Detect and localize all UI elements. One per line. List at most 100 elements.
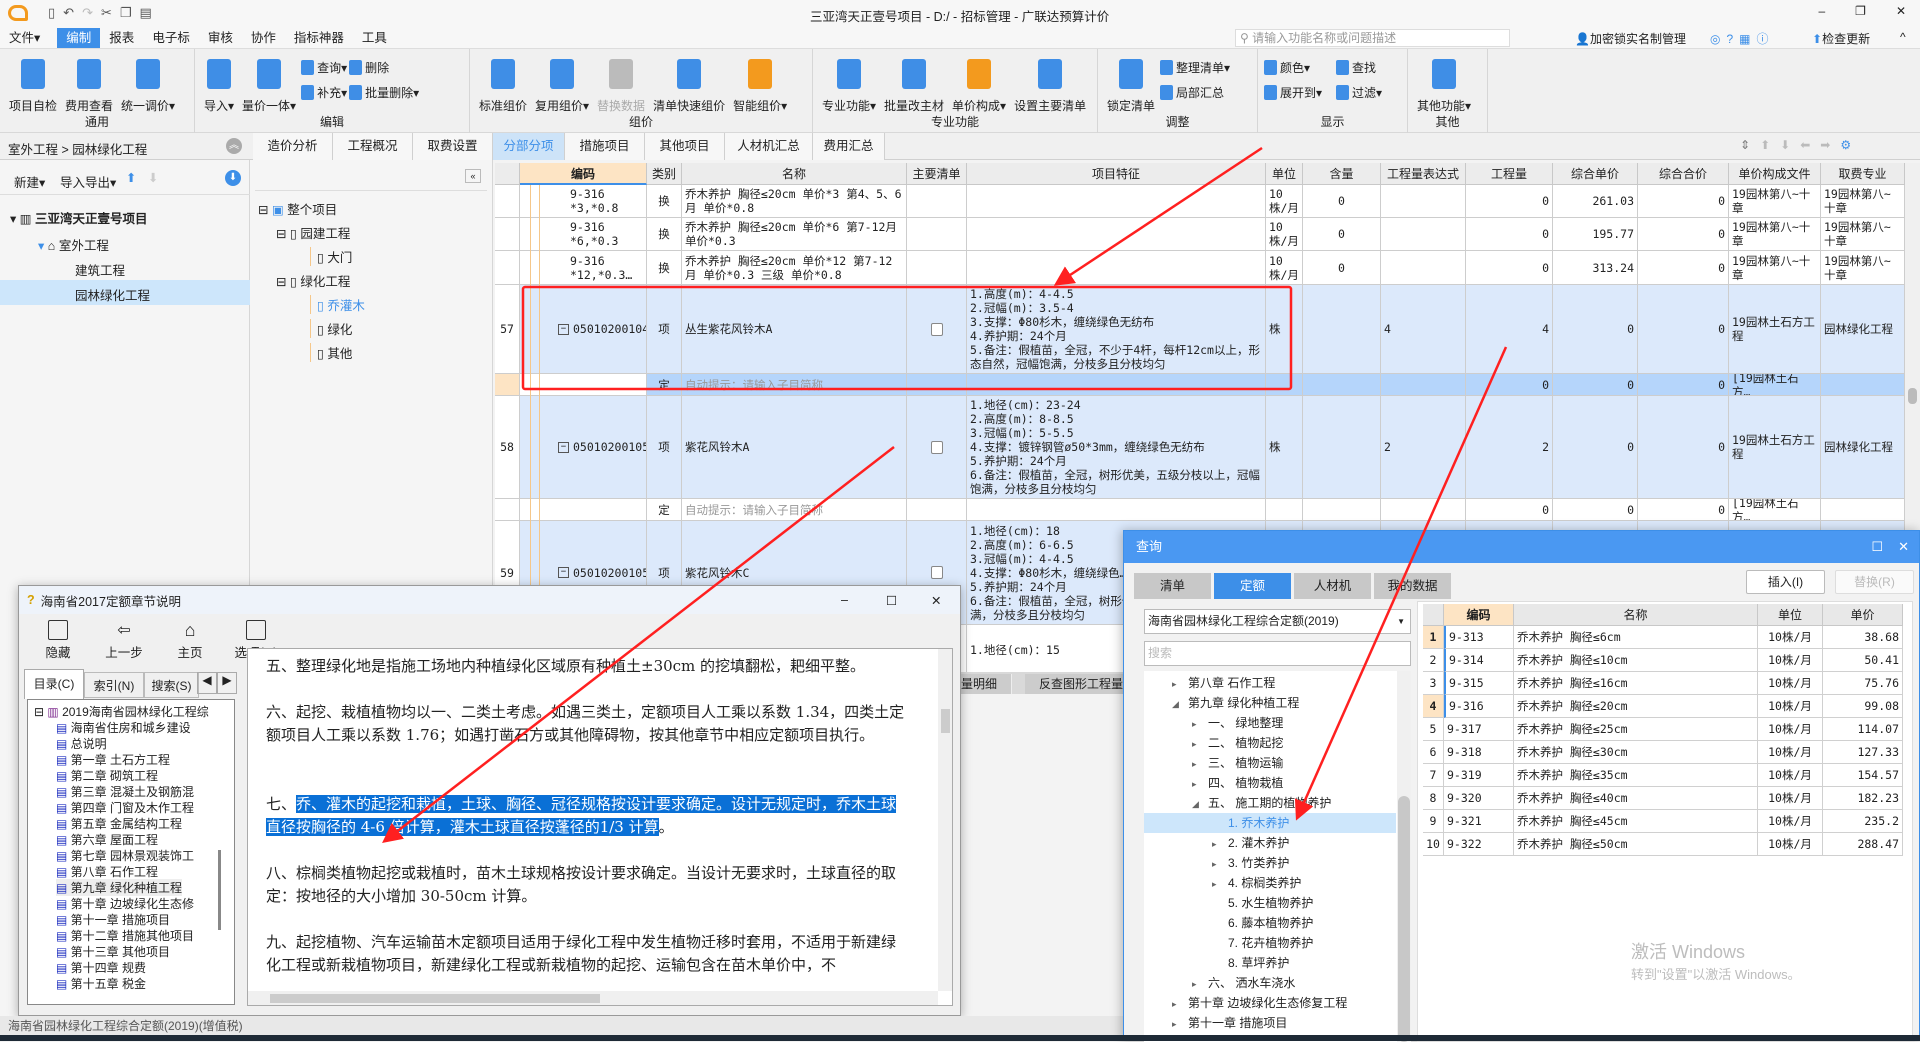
check-update-button[interactable]: ⬆检查更新: [1812, 30, 1870, 47]
tree-building[interactable]: 建筑工程: [75, 260, 125, 279]
toc-scrollbar[interactable]: [218, 850, 221, 930]
chapter-tree-item[interactable]: 6. 藤本植物养护: [1144, 913, 1396, 933]
grid-icon[interactable]: ▦: [1739, 32, 1756, 46]
help-vscroll[interactable]: [938, 649, 952, 991]
help-maximize-button[interactable]: ☐: [886, 593, 897, 608]
qcell-price[interactable]: 235.2: [1823, 810, 1903, 833]
chapter-tree-item[interactable]: ▸ 第八章 石作工程: [1144, 673, 1396, 693]
query-tab-mydata[interactable]: 我的数据: [1374, 573, 1451, 599]
expand-arrow-icon[interactable]: ◢: [1192, 794, 1208, 814]
tree-outdoor[interactable]: ▾ ⌂ 室外工程: [38, 235, 109, 254]
main-list-checkbox[interactable]: [930, 440, 943, 454]
cell-expression[interactable]: [1381, 251, 1466, 285]
menu-tools[interactable]: 工具: [353, 28, 396, 48]
toc-item[interactable]: ▤ 第七章 园林景观装饰工: [56, 847, 194, 864]
cell-content[interactable]: [1303, 285, 1381, 374]
chapter-tree-item[interactable]: 8. 草坪养护: [1144, 953, 1396, 973]
cell-unit[interactable]: 株: [1266, 396, 1303, 499]
qcell-name[interactable]: 乔木养护 胸径≤10cm: [1514, 649, 1758, 672]
minimize-button[interactable]: –: [1818, 4, 1825, 18]
chapter-tree-item[interactable]: 1. 乔木养护: [1144, 813, 1396, 833]
menu-file[interactable]: 文件▾: [0, 28, 49, 48]
qcell-code[interactable]: 9-317: [1444, 718, 1514, 741]
chapter-tree-item[interactable]: ▸ 4. 棕榈类养护: [1144, 873, 1396, 893]
qcell-name[interactable]: 乔木养护 胸径≤16cm: [1514, 672, 1758, 695]
qcell-unit[interactable]: 10株/月: [1758, 718, 1823, 741]
expand-arrow-icon[interactable]: ▸: [1212, 854, 1228, 874]
collapse-ribbon-icon[interactable]: ^: [1900, 30, 1906, 44]
cell-total-price[interactable]: 0: [1638, 374, 1729, 396]
chapter-tree-item[interactable]: ▸ 二、 植物起挖: [1144, 733, 1396, 753]
expand-arrow-icon[interactable]: ▸: [1192, 974, 1208, 994]
column-header-feature[interactable]: 项目特征: [967, 163, 1266, 185]
qcell-name[interactable]: 乔木养护 胸径≤6cm: [1514, 626, 1758, 649]
qcell-row-number[interactable]: 3: [1423, 672, 1444, 695]
cell-unit-price[interactable]: 195.77: [1553, 218, 1638, 251]
home-button[interactable]: ⌂ 主页: [161, 620, 219, 661]
chapter-tree-item[interactable]: ▸ 六、 洒水车浇水: [1144, 973, 1396, 993]
cut-icon[interactable]: ✂: [101, 5, 120, 20]
qcell-unit[interactable]: 10株/月: [1758, 626, 1823, 649]
cell-main-list[interactable]: [907, 374, 967, 396]
toc-item[interactable]: ▤ 第一章 土石方工程: [56, 751, 170, 768]
qcell-price[interactable]: 114.07: [1823, 718, 1903, 741]
qcell-code[interactable]: 9-321: [1444, 810, 1514, 833]
cell-quantity[interactable]: 2: [1466, 396, 1553, 499]
move-up-icon[interactable]: ⬆: [1760, 138, 1780, 152]
qcell-unit[interactable]: 10株/月: [1758, 810, 1823, 833]
toc-item[interactable]: ▤ 第十五章 税金: [56, 975, 146, 992]
query-button[interactable]: 查询▾: [301, 59, 347, 76]
tree-project[interactable]: ▾ ▥ 三亚湾天正壹号项目: [10, 208, 148, 227]
collapse-icon[interactable]: −: [558, 567, 569, 578]
chapter-tree-item[interactable]: 5. 水生植物养护: [1144, 893, 1396, 913]
cell-type[interactable]: 项: [647, 396, 682, 499]
query-close-button[interactable]: ✕: [1898, 531, 1909, 563]
toc-item[interactable]: ▤ 第十四章 规费: [56, 959, 146, 976]
tab-reverse-check[interactable]: 反查图形工程量: [1025, 674, 1139, 694]
cell-feature[interactable]: 1.高度(m)：4-4.5 2.冠幅(m)：3.5-4 3.支撑：Φ80杉木，缠…: [967, 285, 1266, 374]
qcell-code[interactable]: 9-319: [1444, 764, 1514, 787]
chapter-tree-item[interactable]: ▸ 第十一章 措施项目: [1144, 1013, 1396, 1033]
settings-icon[interactable]: ⚙: [1840, 138, 1861, 152]
qcell-code[interactable]: 9-314: [1444, 649, 1514, 672]
cell-main-list[interactable]: [907, 499, 967, 521]
collapse-up-icon[interactable]: ︽: [226, 138, 242, 154]
qcell-code[interactable]: 9-315: [1444, 672, 1514, 695]
expand-arrow-icon[interactable]: ▸: [1192, 754, 1208, 774]
redo-icon[interactable]: ↷: [82, 5, 101, 20]
move-up-arrow-icon[interactable]: ⬆: [126, 170, 136, 185]
chapter-tree-item[interactable]: ◢ 五、 施工期的植物养护: [1144, 793, 1396, 813]
column-header-unit[interactable]: 单位: [1266, 163, 1303, 185]
qcell-row-number[interactable]: 9: [1423, 810, 1444, 833]
cell-fee-profession[interactable]: 园林绿化工程: [1821, 396, 1905, 499]
cell-expression[interactable]: [1381, 499, 1466, 521]
chapter-tree-item[interactable]: ▸ 第十章 边坡绿化生态修复工程: [1144, 993, 1396, 1013]
qcell-row-number[interactable]: 10: [1423, 833, 1444, 856]
qcell-unit[interactable]: 10株/月: [1758, 695, 1823, 718]
expand-arrow-icon[interactable]: ▸: [1172, 674, 1188, 694]
tree-node-trees[interactable]: ▯ 乔灌木: [310, 295, 365, 314]
expand-to-button[interactable]: 展开到▾: [1264, 84, 1322, 101]
expand-arrow-icon[interactable]: ◢: [1172, 694, 1188, 714]
organize-list-button[interactable]: 整理清单▾: [1160, 59, 1230, 76]
cell-price-file[interactable]: 19园林第八~十章: [1729, 218, 1821, 251]
cell-expression[interactable]: 4: [1381, 285, 1466, 374]
cell-name[interactable]: 乔木养护 胸径≤20cm 单价*6 第7-12月 单价*0.3: [682, 218, 907, 251]
close-button[interactable]: ✕: [1896, 4, 1906, 18]
tree-root[interactable]: ⊟ ▣ 整个项目: [258, 199, 337, 218]
toc-item[interactable]: ▤ 第九章 绿化种植工程: [56, 879, 183, 896]
cell-unit-price[interactable]: 0: [1553, 499, 1638, 521]
back-button[interactable]: ⇦ 上一步: [95, 620, 153, 661]
qcell-code[interactable]: 9-313: [1444, 626, 1514, 649]
tree-node-other[interactable]: ▯ 其他: [310, 343, 352, 362]
qcell-unit[interactable]: 10株/月: [1758, 649, 1823, 672]
cell-type[interactable]: 换: [647, 185, 682, 218]
account-link[interactable]: 👤加密锁实名制管理: [1575, 30, 1686, 47]
qcell-price[interactable]: 182.23: [1823, 787, 1903, 810]
quota-library-select[interactable]: 海南省园林绿化工程综合定额(2019) ▼: [1144, 609, 1411, 634]
cell-expression[interactable]: [1381, 185, 1466, 218]
cell-quantity[interactable]: 0: [1466, 185, 1553, 218]
qcell-code[interactable]: 9-322: [1444, 833, 1514, 856]
column-header-total-price[interactable]: 综合合价: [1638, 163, 1729, 185]
chapter-tree-item[interactable]: ▸ 四、 植物栽植: [1144, 773, 1396, 793]
